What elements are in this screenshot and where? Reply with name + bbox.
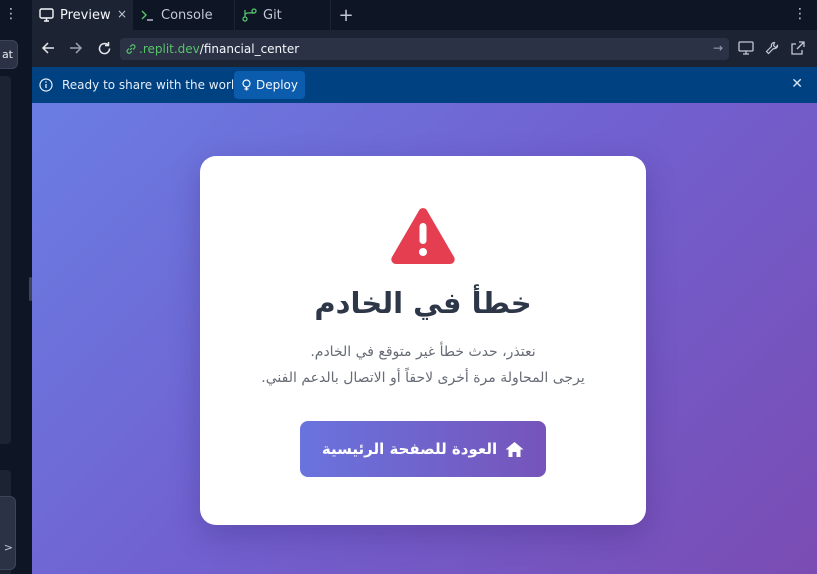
- kebab-menu-icon[interactable]: ⋮: [793, 6, 807, 22]
- error-card: خطأ في الخادم نعتذر، حدث خطأ غير متوقع ف…: [200, 156, 646, 525]
- return-home-button[interactable]: العودة للصفحة الرئيسية: [300, 421, 546, 477]
- deploy-icon: [241, 79, 252, 91]
- left-panel-upper: [0, 76, 11, 444]
- error-message-line-1: نعتذر، حدث خطأ غير متوقع في الخادم.: [310, 344, 536, 360]
- deploy-banner: Ready to share with the world? Deploy ✕: [32, 67, 817, 103]
- tab-bar: Preview × Console Git + ⋮: [32, 0, 817, 30]
- preview-pane: Preview × Console Git + ⋮ .replit.dev /f…: [32, 0, 817, 574]
- git-branch-icon: [241, 7, 257, 23]
- tab-preview-label: Preview: [60, 7, 111, 23]
- tab-console[interactable]: Console: [133, 0, 235, 30]
- devices-icon[interactable]: [738, 40, 754, 56]
- tab-git-label: Git: [263, 7, 282, 23]
- url-path: /financial_center: [199, 42, 300, 56]
- tab-console-label: Console: [161, 7, 213, 23]
- warning-triangle-icon: [391, 208, 455, 264]
- terminal-icon: [139, 7, 155, 23]
- url-host: .replit.dev: [139, 42, 200, 56]
- error-title: خطأ في الخادم: [314, 286, 532, 320]
- close-icon[interactable]: ✕: [791, 76, 803, 92]
- external-link-icon[interactable]: [790, 40, 806, 56]
- preview-viewport: خطأ في الخادم نعتذر، حدث خطأ غير متوقع ف…: [32, 103, 817, 574]
- tab-preview[interactable]: Preview ×: [32, 0, 133, 30]
- left-workspace-strip: ⋮ at >: [0, 0, 29, 574]
- url-field[interactable]: .replit.dev/financial_center →: [120, 38, 729, 60]
- url-toolbar: .replit.dev/financial_center →: [32, 30, 817, 67]
- send-arrow-icon[interactable]: >: [4, 541, 13, 554]
- monitor-icon: [38, 7, 54, 23]
- reload-icon[interactable]: [95, 39, 113, 57]
- chat-tab-label: at: [1, 48, 13, 61]
- return-home-label: العودة للصفحة الرئيسية: [321, 440, 498, 458]
- back-arrow-icon[interactable]: [39, 39, 57, 57]
- info-icon: [39, 77, 53, 92]
- plus-icon[interactable]: +: [331, 0, 361, 30]
- link-icon: [125, 43, 137, 55]
- forward-arrow-icon[interactable]: [67, 39, 85, 57]
- kebab-menu-icon[interactable]: ⋮: [4, 6, 18, 22]
- banner-message: Ready to share with the world?: [62, 78, 249, 92]
- deploy-label: Deploy: [255, 78, 299, 92]
- arrow-right-icon[interactable]: →: [713, 41, 723, 55]
- error-message-line-2: يرجى المحاولة مرة أخرى لاحقاً أو الاتصال…: [261, 370, 585, 386]
- chat-tab[interactable]: at: [0, 40, 18, 69]
- close-tab-icon[interactable]: ×: [117, 7, 127, 21]
- left-input-box[interactable]: >: [0, 496, 16, 570]
- deploy-button[interactable]: Deploy: [234, 71, 305, 99]
- tab-git[interactable]: Git: [235, 0, 331, 30]
- wrench-icon[interactable]: [764, 40, 780, 56]
- home-icon: [505, 441, 524, 458]
